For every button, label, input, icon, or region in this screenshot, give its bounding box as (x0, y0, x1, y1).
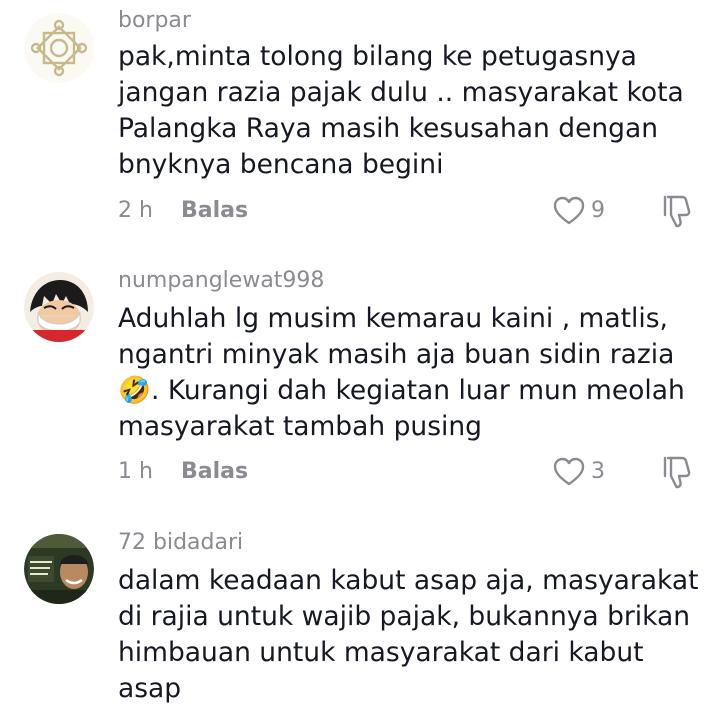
avatar[interactable] (24, 13, 94, 83)
comment-username[interactable]: borpar (118, 8, 191, 34)
avatar[interactable] (24, 272, 94, 342)
like-count: 3 (591, 459, 605, 484)
reply-button[interactable]: Balas (181, 455, 248, 489)
heart-icon[interactable] (553, 196, 585, 226)
cartoon-boy-icon (24, 272, 94, 342)
ornament-logo-icon (24, 13, 94, 83)
comment-time: 2 h (118, 198, 153, 223)
dislike-icon[interactable] (661, 455, 693, 489)
like-count: 9 (591, 198, 605, 223)
comment-username[interactable]: numpanglewat998 (118, 268, 324, 294)
comment-item: borpar pak,minta tolong bilang ke petuga… (0, 0, 720, 250)
dislike-icon[interactable] (661, 194, 693, 228)
comment-text: Aduhlah lg musim kemarau kaini , matlis,… (118, 303, 685, 442)
comment-username[interactable]: 72 bidadari (118, 530, 243, 556)
comment-text: dalam keadaan kabut asap aja, masyarakat… (118, 565, 699, 704)
comment-actions: 2 h Balas 9 (118, 194, 708, 228)
comment-text: pak,minta tolong bilang ke petugasnya ja… (118, 41, 684, 180)
comment-item: numpanglewat998 Aduhlah lg musim kemarau… (0, 258, 720, 508)
avatar[interactable] (24, 534, 94, 604)
reply-button[interactable]: Balas (181, 194, 248, 228)
comment-time: 1 h (118, 459, 153, 484)
comment-actions: 1 h Balas 3 (118, 455, 708, 489)
comment-item: 72 bidadari dalam keadaan kabut asap aja… (0, 520, 720, 707)
heart-icon[interactable] (553, 457, 585, 487)
meme-photo-icon (24, 534, 94, 604)
